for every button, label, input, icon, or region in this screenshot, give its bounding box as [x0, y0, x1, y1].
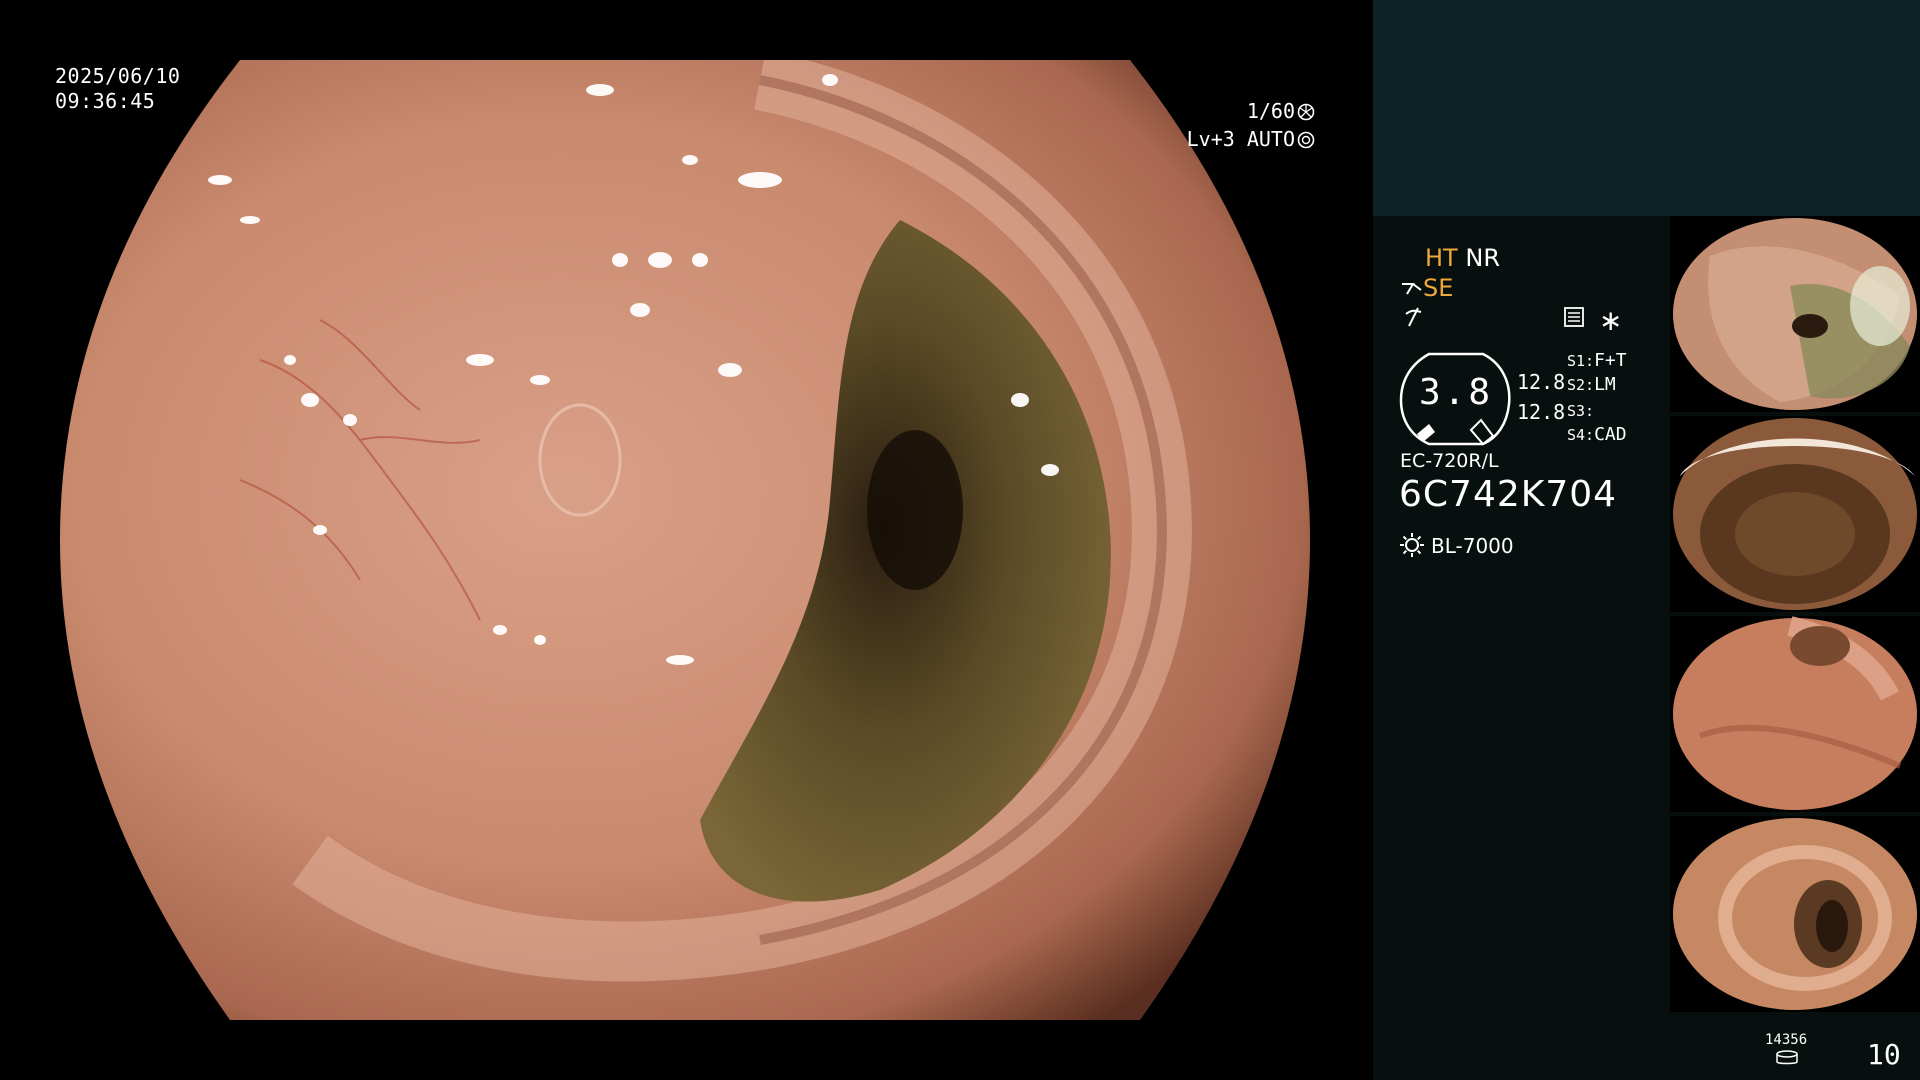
shutter-level-readout: 1/60 Lv+3 AUTO: [1187, 97, 1315, 153]
time-text: 09:36:45: [55, 89, 156, 113]
capture-thumbnail-3[interactable]: [1670, 616, 1920, 812]
asterisk-icon: ∗: [1599, 304, 1623, 337]
slot-value: LM: [1594, 374, 1616, 395]
light-source-row: BL-7000: [1399, 532, 1514, 558]
color-enhance-icon: [1405, 307, 1422, 327]
shutter-speed: 1/60: [1246, 99, 1295, 123]
slot-4: S4:CAD: [1567, 424, 1627, 445]
value-1: 12.8: [1517, 370, 1566, 394]
light-source-label: BL-7000: [1431, 534, 1514, 558]
slot-key: S4:: [1567, 426, 1595, 444]
capture-thumbnail-1[interactable]: [1670, 216, 1920, 412]
aperture-icon: [1297, 131, 1315, 149]
slot-2: S2:LM: [1567, 374, 1616, 395]
endoscope-live-image: [60, 60, 1310, 1020]
iris-value: 3.8: [1418, 372, 1494, 413]
scope-model: EC-720R/L: [1400, 450, 1499, 472]
slot-value: CAD: [1594, 424, 1627, 445]
slot-1: S1:F+T: [1567, 350, 1627, 371]
panel-header-area: [1373, 0, 1920, 216]
shutter-icon: [1297, 103, 1315, 121]
slot-3: S3:: [1567, 400, 1594, 421]
image-enhance-row: HT NR: [1425, 244, 1500, 272]
structure-enhance-row: SE: [1401, 274, 1453, 302]
ht-label: HT: [1425, 244, 1458, 272]
light-source-icon: [1400, 533, 1424, 557]
date-text: 2025/06/10: [55, 64, 181, 88]
info-panel: HT NR SE ∗ 3.8 12.8 12.8 S1:F+T S2:LM S3…: [1373, 0, 1920, 1080]
session-image-count: 10: [1867, 1038, 1901, 1071]
capture-thumbnail-2[interactable]: [1670, 416, 1920, 612]
value-2: 12.8: [1517, 400, 1566, 424]
storage-disk-wrap: [1775, 1050, 1799, 1070]
nr-label: NR: [1465, 244, 1500, 272]
structure-enhance-icon: [1402, 283, 1422, 295]
total-image-count: 14356: [1765, 1032, 1808, 1048]
se-label: SE: [1423, 274, 1454, 302]
list-icon: [1564, 307, 1584, 327]
timestamp: 2025/06/10 09:36:45: [55, 64, 180, 114]
wave-icon-wrap: [1403, 306, 1425, 330]
slot-key: S1:: [1567, 352, 1595, 370]
storage-disk-icon: [1776, 1050, 1798, 1065]
serial-number: 6C742K704: [1399, 474, 1618, 515]
slot-value: F+T: [1594, 350, 1627, 371]
capture-thumbnail-4[interactable]: [1670, 816, 1920, 1012]
slot-key: S3:: [1567, 402, 1595, 420]
slot-key: S2:: [1567, 376, 1595, 394]
list-icon-wrap: [1563, 306, 1585, 332]
level-mode: Lv+3 AUTO: [1186, 127, 1295, 151]
